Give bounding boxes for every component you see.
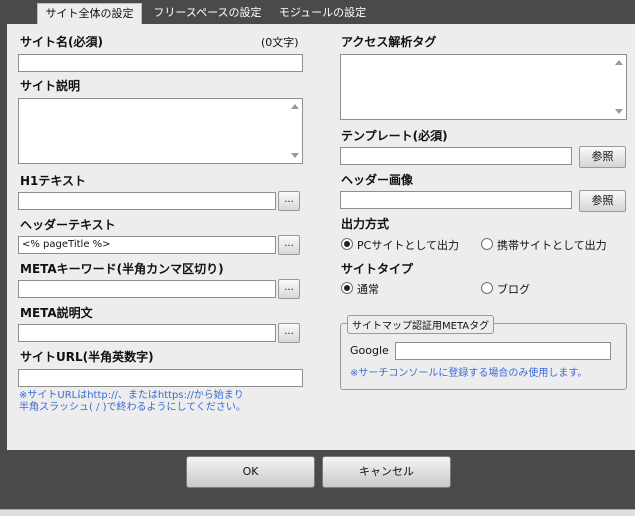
header-text-browse-button[interactable]: ... bbox=[278, 235, 300, 255]
site-desc-scrollbar[interactable] bbox=[289, 100, 301, 162]
h1-text-browse-button[interactable]: ... bbox=[278, 191, 300, 211]
site-desc-textarea[interactable] bbox=[18, 98, 303, 164]
site-type-normal-label[interactable]: 通常 bbox=[357, 281, 379, 297]
meta-keywords-input[interactable] bbox=[18, 280, 276, 298]
sitemap-note: ※サーチコンソールに登録する場合のみ使用します。 bbox=[350, 368, 588, 379]
ok-button[interactable]: OK bbox=[186, 456, 315, 488]
tab-freespace-settings[interactable]: フリースペースの設定 bbox=[150, 3, 265, 24]
site-type-normal-radio[interactable] bbox=[341, 282, 353, 294]
template-label: テンプレート(必須) bbox=[341, 129, 448, 143]
output-pc-label[interactable]: PCサイトとして出力 bbox=[357, 237, 459, 253]
template-browse-button[interactable]: 参照 bbox=[579, 146, 626, 168]
scroll-up-icon[interactable] bbox=[291, 104, 299, 109]
output-mobile-radio[interactable] bbox=[481, 238, 493, 250]
output-mode-label: 出力方式 bbox=[341, 217, 390, 231]
h1-text-label: H1テキスト bbox=[20, 174, 87, 188]
site-url-note-line1: ※サイトURLはhttp://、またはhttps://から始まり bbox=[19, 390, 244, 401]
access-tag-scrollbar[interactable] bbox=[613, 56, 625, 118]
meta-keywords-label: METAキーワード(半角カンマ区切り) bbox=[20, 262, 224, 276]
h1-text-input[interactable] bbox=[18, 192, 276, 210]
meta-keywords-browse-button[interactable]: ... bbox=[278, 279, 300, 299]
site-name-label: サイト名(必須) bbox=[20, 35, 103, 49]
header-image-browse-button[interactable]: 参照 bbox=[579, 190, 626, 212]
site-type-blog-label[interactable]: ブログ bbox=[497, 281, 530, 297]
header-text-input[interactable]: <% pageTitle %> bbox=[18, 236, 276, 254]
header-image-input[interactable] bbox=[340, 191, 572, 209]
scroll-down-icon[interactable] bbox=[291, 153, 299, 158]
google-label: Google bbox=[350, 344, 389, 357]
google-meta-input[interactable] bbox=[395, 342, 611, 360]
settings-panel: サイト名(必須) (0文字) サイト説明 H1テキスト ... ヘッダーテキスト… bbox=[7, 24, 635, 450]
tab-site-settings[interactable]: サイト全体の設定 bbox=[37, 3, 142, 24]
scroll-down-icon[interactable] bbox=[615, 109, 623, 114]
site-url-label: サイトURL(半角英数字) bbox=[20, 350, 154, 364]
meta-desc-input[interactable] bbox=[18, 324, 276, 342]
template-input[interactable] bbox=[340, 147, 572, 165]
meta-desc-browse-button[interactable]: ... bbox=[278, 323, 300, 343]
site-type-blog-radio[interactable] bbox=[481, 282, 493, 294]
site-url-input[interactable] bbox=[18, 369, 303, 387]
site-name-input[interactable] bbox=[18, 54, 303, 72]
site-desc-label: サイト説明 bbox=[20, 79, 81, 93]
tab-bar: サイト全体の設定 フリースペースの設定 モジュールの設定 bbox=[0, 0, 635, 24]
header-image-label: ヘッダー画像 bbox=[341, 173, 414, 187]
meta-desc-label: META説明文 bbox=[20, 306, 93, 320]
site-name-counter: (0文字) bbox=[261, 36, 299, 49]
output-mobile-label[interactable]: 携帯サイトとして出力 bbox=[497, 237, 607, 253]
cancel-button[interactable]: キャンセル bbox=[322, 456, 451, 488]
tab-module-settings[interactable]: モジュールの設定 bbox=[275, 3, 370, 24]
scroll-up-icon[interactable] bbox=[615, 60, 623, 65]
site-url-note-line2: 半角スラッシュ( / )で終わるようにしてください。 bbox=[19, 402, 246, 413]
access-tag-textarea[interactable] bbox=[340, 54, 627, 120]
sitemap-legend: サイトマップ認証用METAタグ bbox=[347, 315, 495, 334]
site-type-label: サイトタイプ bbox=[341, 262, 414, 276]
header-text-label: ヘッダーテキスト bbox=[20, 218, 116, 232]
output-pc-radio[interactable] bbox=[341, 238, 353, 250]
access-tag-label: アクセス解析タグ bbox=[341, 35, 437, 49]
sitemap-fieldset: サイトマップ認証用METAタグ Google ※サーチコンソールに登録する場合の… bbox=[340, 315, 627, 390]
